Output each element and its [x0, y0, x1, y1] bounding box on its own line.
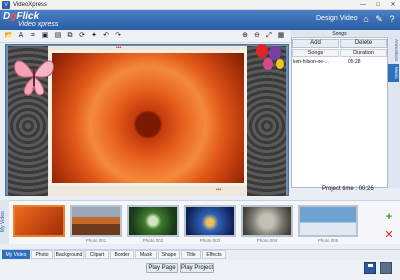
grid-icon[interactable]: ▦: [276, 31, 286, 41]
save-icon[interactable]: [364, 262, 376, 274]
text-icon[interactable]: A: [16, 31, 26, 41]
my-video-vertical-label: My Video: [0, 200, 9, 244]
zoom-out-icon[interactable]: ⊖: [252, 31, 262, 41]
filmstrip-thumb[interactable]: [298, 205, 358, 237]
canvas-top-marker: •••: [116, 45, 122, 51]
thumb-caption: Photo 005: [317, 238, 339, 243]
home-icon[interactable]: ⌂: [361, 14, 371, 24]
maximize-button[interactable]: □: [371, 1, 385, 9]
song-duration-cell[interactable]: 05:28: [348, 58, 386, 66]
play-project-button[interactable]: Play Project: [180, 263, 214, 273]
filmstrip-thumb[interactable]: [13, 205, 65, 237]
effect-icon[interactable]: ✦: [89, 31, 99, 41]
crop-icon[interactable]: ⌗: [28, 31, 38, 41]
thumb-caption: Photo 004: [256, 238, 278, 243]
window-title: VideoXpress: [13, 2, 47, 8]
tab-clipart[interactable]: Clipart: [85, 250, 109, 259]
canvas-bottom-marker: •••: [216, 187, 222, 193]
balloons-clipart[interactable]: [248, 44, 288, 78]
design-video-label: Design Video: [316, 15, 358, 22]
exit-icon[interactable]: [380, 262, 392, 274]
thumb-caption: Photo 001: [85, 238, 107, 243]
butterfly-clipart[interactable]: [12, 52, 56, 98]
minimize-button[interactable]: —: [356, 1, 370, 9]
filmstrip-thumb[interactable]: [184, 205, 236, 237]
songs-column-header[interactable]: Songs: [292, 49, 339, 57]
delete-song-button[interactable]: Delete: [340, 39, 387, 48]
tab-title[interactable]: Title: [181, 250, 201, 259]
tab-mask[interactable]: Mask: [135, 250, 157, 259]
app-icon: V: [2, 1, 10, 9]
tab-effects[interactable]: Effects: [202, 250, 226, 259]
play-page-button[interactable]: Play Page: [146, 263, 178, 273]
thumb-caption: Photo 003: [199, 238, 221, 243]
canvas-photo[interactable]: [49, 50, 247, 186]
filmstrip-thumb[interactable]: [127, 205, 179, 237]
undo-icon[interactable]: ↶: [101, 31, 111, 41]
tab-music[interactable]: Music: [388, 64, 399, 82]
send-back-icon[interactable]: ▣: [40, 31, 50, 41]
fit-icon[interactable]: ⤢: [264, 31, 274, 41]
tab-animations[interactable]: Animations: [388, 38, 399, 62]
settings-icon[interactable]: ✎: [374, 14, 384, 24]
filmstrip-thumb[interactable]: [70, 205, 122, 237]
tab-border[interactable]: Border: [110, 250, 134, 259]
rotate-icon[interactable]: ⟳: [77, 31, 87, 41]
tab-shape[interactable]: Shape: [158, 250, 180, 259]
duration-column-header[interactable]: Duration: [340, 49, 387, 57]
add-page-icon[interactable]: +: [382, 210, 396, 224]
layers-icon[interactable]: ▤: [53, 31, 63, 41]
thumb-caption: Photo 002: [142, 238, 164, 243]
redo-icon[interactable]: ↷: [113, 31, 123, 41]
remove-page-icon[interactable]: ✕: [382, 228, 396, 242]
open-icon[interactable]: 📂: [4, 31, 14, 41]
transition-icon[interactable]: ⧉: [65, 31, 75, 41]
songs-panel-header: Songs: [291, 30, 388, 38]
logo-subtitle: Video xpress: [18, 21, 59, 28]
tab-background[interactable]: Background: [54, 250, 84, 259]
tab-my-video[interactable]: My Video: [2, 250, 30, 259]
filmstrip-thumb[interactable]: [241, 205, 293, 237]
song-name-cell[interactable]: keri-hilson-ne-...: [293, 58, 339, 66]
project-time-value: 00:26: [358, 186, 374, 192]
project-time-label: Project time :: [322, 186, 358, 192]
zoom-in-icon[interactable]: ⊕: [240, 31, 250, 41]
project-time: Project time : 00:26: [322, 186, 374, 192]
add-song-button[interactable]: Add: [292, 39, 339, 48]
help-icon[interactable]: ?: [387, 14, 397, 24]
close-button[interactable]: ✕: [386, 1, 400, 9]
title-bar: V VideoXpress — □ ✕: [0, 0, 400, 10]
app-window: V VideoXpress — □ ✕ DgFlick Video xpress…: [0, 0, 400, 280]
tab-photo[interactable]: Photo: [31, 250, 53, 259]
